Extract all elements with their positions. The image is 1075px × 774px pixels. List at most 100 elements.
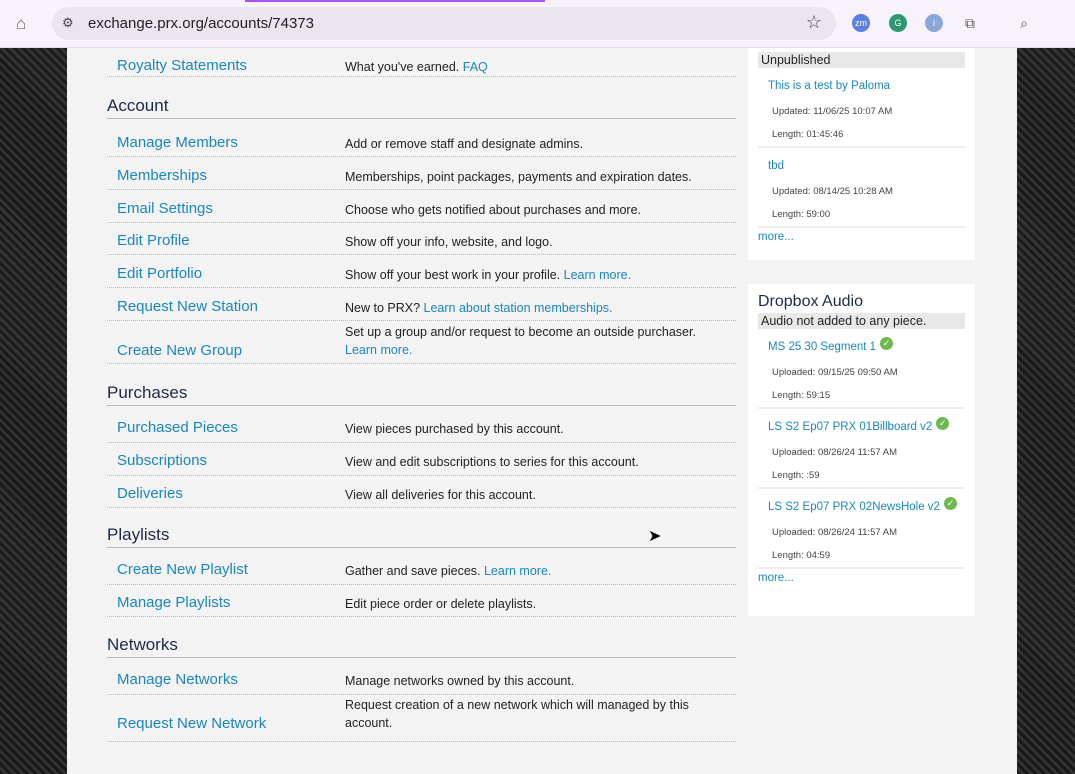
royalty-statements-link[interactable]: Royalty Statements: [117, 57, 247, 74]
manage-playlists-link[interactable]: Manage Playlists: [117, 594, 230, 611]
desc-text: View and edit subscriptions to series fo…: [345, 455, 639, 469]
item-length: Length: 04:59: [772, 550, 831, 561]
unpublished-header: Unpublished: [758, 52, 965, 68]
site-settings-icon[interactable]: ⚙: [62, 15, 74, 31]
unpublished-box: Unpublished This is a test by Paloma Upd…: [748, 48, 975, 260]
menu-row: Request New Network Request creation of …: [107, 698, 736, 742]
menu-row: Edit Portfolio Show off your best work i…: [107, 259, 736, 288]
menu-row: Subscriptions View and edit subscription…: [107, 446, 736, 476]
menu-row: Memberships Memberships, point packages,…: [107, 161, 736, 190]
extension-icon[interactable]: i: [925, 14, 943, 32]
request-new-station-link[interactable]: Request New Station: [117, 298, 258, 315]
menu-row: Email Settings Choose who gets notified …: [107, 194, 736, 223]
grammarly-extension-icon[interactable]: G: [889, 14, 907, 32]
zoom-extension-icon[interactable]: zm: [852, 14, 870, 32]
sidebar-item: LS S2 Ep07 PRX 01Billboard v2 ✓ Uploaded:…: [758, 409, 965, 489]
row-description: View all deliveries for this account.: [345, 486, 715, 504]
check-icon: ✓: [880, 337, 894, 350]
desc-text: View all deliveries for this account.: [345, 488, 536, 502]
item-date: Uploaded: 08/26/24 11:57 AM: [772, 527, 898, 538]
item-length: Length: 59:15: [772, 390, 831, 401]
section-heading: Purchases: [107, 383, 736, 406]
item-length: Length: 01:45:46: [772, 129, 844, 140]
row-description: Request creation of a new network which …: [345, 696, 715, 732]
create-new-playlist-link[interactable]: Create New Playlist: [117, 561, 248, 578]
manage-networks-link[interactable]: Manage Networks: [117, 671, 238, 688]
menu-row: Manage Members Add or remove staff and d…: [107, 128, 736, 157]
item-title-link[interactable]: MS 25 30 Segment 1: [768, 341, 876, 353]
menu-row: Purchased Pieces View pieces purchased b…: [107, 413, 736, 443]
menu-row: Request New Station New to PRX? Learn ab…: [107, 292, 736, 321]
purchased-pieces-link[interactable]: Purchased Pieces: [117, 419, 238, 436]
sidebar-item: This is a test by Paloma Updated: 11/06/…: [758, 68, 965, 148]
deliveries-link[interactable]: Deliveries: [117, 485, 183, 502]
browser-toolbar: ⌂ ⚙ exchange.prx.org/accounts/74373 ☆ zm…: [0, 0, 1075, 48]
row-description: Set up a group and/or request to become …: [345, 323, 715, 359]
sidebar-item: MS 25 30 Segment 1 ✓ Uploaded: 09/15/25 0…: [758, 329, 965, 409]
section-heading: Account: [107, 96, 736, 119]
learn-more-link[interactable]: Learn about station memberships.: [424, 301, 613, 315]
menu-row: Create New Playlist Gather and save piec…: [107, 555, 736, 585]
desc-text: Gather and save pieces.: [345, 564, 481, 578]
item-date: Uploaded: 08/26/24 11:57 AM: [772, 447, 898, 458]
dropbox-audio-subheader: Audio not added to any piece.: [758, 313, 965, 329]
row-description: Gather and save pieces. Learn more.: [345, 562, 715, 580]
unpublished-more-link[interactable]: more...: [758, 228, 965, 255]
item-title-link[interactable]: LS S2 Ep07 PRX 01Billboard v2: [768, 421, 932, 433]
memberships-link[interactable]: Memberships: [117, 167, 207, 184]
page-content: Royalty Statements What you've earned. F…: [67, 48, 1017, 774]
item-date: Updated: 11/06/25 10:07 AM: [772, 106, 893, 117]
menu-row: Deliveries View all deliveries for this …: [107, 479, 736, 508]
item-length: Length: :59: [772, 470, 820, 481]
home-icon[interactable]: ⌂: [16, 14, 26, 34]
menu-row: Create New Group Set up a group and/or r…: [107, 325, 736, 364]
manage-members-link[interactable]: Manage Members: [117, 134, 238, 151]
background-pattern: [1017, 48, 1075, 774]
address-bar[interactable]: ⚙ exchange.prx.org/accounts/74373 ☆: [52, 7, 836, 40]
desc-text: Manage networks owned by this account.: [345, 674, 575, 688]
learn-more-link[interactable]: Learn more.: [484, 564, 551, 578]
desc-text: Choose who gets notified about purchases…: [345, 203, 642, 217]
item-length: Length: 59:00: [772, 209, 831, 220]
edit-profile-link[interactable]: Edit Profile: [117, 232, 190, 249]
item-title-link[interactable]: LS S2 Ep07 PRX 02NewsHole v2: [768, 501, 940, 513]
active-tab-indicator: [245, 0, 545, 2]
dropbox-more-link[interactable]: more...: [758, 569, 965, 596]
sidebar-item: LS S2 Ep07 PRX 02NewsHole v2 ✓ Uploaded: …: [758, 489, 965, 569]
subscriptions-link[interactable]: Subscriptions: [117, 452, 207, 469]
menu-row: Manage Networks Manage networks owned by…: [107, 665, 736, 695]
row-description: Choose who gets notified about purchases…: [345, 201, 715, 219]
tab-search-icon[interactable]: ⌕: [1015, 14, 1033, 32]
desc-text: Memberships, point packages, payments an…: [345, 170, 692, 184]
background-pattern: [0, 48, 67, 774]
email-settings-link[interactable]: Email Settings: [117, 200, 213, 217]
edit-portfolio-link[interactable]: Edit Portfolio: [117, 265, 202, 282]
item-title-link[interactable]: This is a test by Paloma: [768, 80, 890, 92]
dropbox-audio-box: Dropbox Audio Audio not added to any pie…: [748, 284, 975, 616]
desc-text: Set up a group and/or request to become …: [345, 325, 696, 339]
menu-row: Manage Playlists Edit piece order or del…: [107, 588, 736, 617]
faq-link[interactable]: FAQ: [463, 60, 488, 74]
row-description: New to PRX? Learn about station membersh…: [345, 299, 715, 317]
item-title-link[interactable]: tbd: [768, 160, 784, 172]
desc-text: Add or remove staff and designate admins…: [345, 137, 584, 151]
dropbox-audio-title: Dropbox Audio: [758, 293, 863, 310]
url-text[interactable]: exchange.prx.org/accounts/74373: [88, 15, 314, 32]
row-description: Edit piece order or delete playlists.: [345, 595, 715, 613]
row-description: Show off your best work in your profile.…: [345, 266, 715, 284]
bookmark-star-icon[interactable]: ☆: [806, 12, 822, 33]
sidebar-item: tbd Updated: 08/14/25 10:28 AM Length: 5…: [758, 148, 965, 228]
request-new-network-link[interactable]: Request New Network: [117, 715, 266, 732]
extensions-puzzle-icon[interactable]: ⧉: [961, 14, 979, 32]
item-date: Updated: 08/14/25 10:28 AM: [772, 186, 893, 197]
desc-text: Show off your info, website, and logo.: [345, 235, 553, 249]
desc-text: Request creation of a new network which …: [345, 698, 689, 730]
item-date: Uploaded: 09/15/25 09:50 AM: [772, 367, 898, 378]
learn-more-link[interactable]: Learn more.: [345, 343, 412, 357]
create-new-group-link[interactable]: Create New Group: [117, 342, 242, 359]
learn-more-link[interactable]: Learn more.: [564, 268, 631, 282]
row-description: What you've earned. FAQ: [345, 58, 488, 76]
desc-text: What you've earned.: [345, 60, 460, 74]
row-description: Manage networks owned by this account.: [345, 672, 715, 690]
mouse-cursor: ➤: [648, 528, 662, 545]
